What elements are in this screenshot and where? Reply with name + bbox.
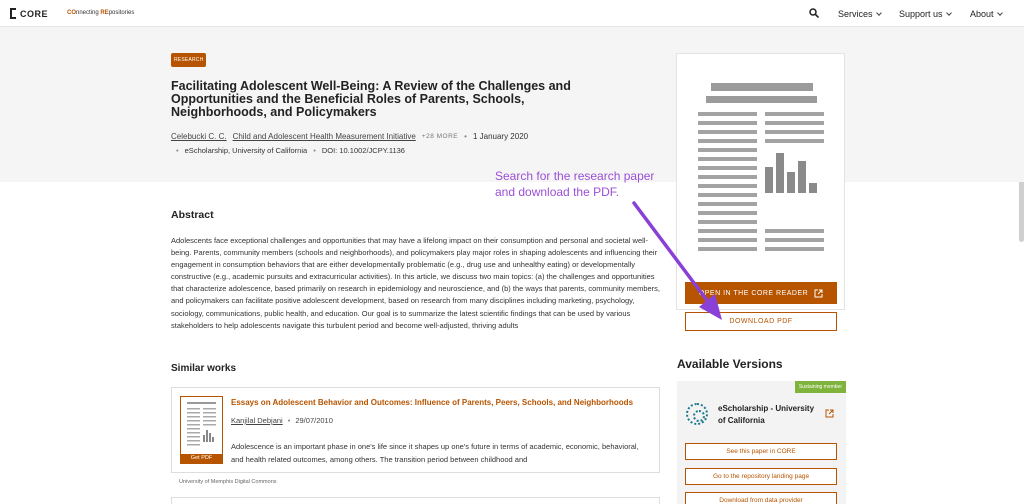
separator-dot: • bbox=[464, 132, 467, 141]
search-icon[interactable] bbox=[809, 8, 819, 18]
research-badge: RESEARCH bbox=[171, 53, 207, 67]
pdf-thumbnail[interactable]: Get PDF bbox=[180, 396, 223, 464]
nav-support-label: Support us bbox=[899, 9, 943, 19]
top-navbar: CORE COnnecting REpositories Services Su… bbox=[0, 0, 1024, 27]
repository-landing-button[interactable]: Go to the repository landing page bbox=[685, 468, 837, 485]
similar-work-meta: Kanjilal Debjani • 29/07/2010 bbox=[231, 416, 333, 425]
nav-about[interactable]: About bbox=[970, 9, 1003, 19]
tagline-part: CO bbox=[67, 10, 76, 16]
tagline-part: RE bbox=[100, 10, 109, 16]
tagline-part: positories bbox=[108, 10, 135, 16]
external-link-icon bbox=[814, 289, 823, 297]
separator-dot: • bbox=[287, 416, 291, 425]
chevron-down-icon bbox=[945, 9, 952, 16]
document-preview-icon bbox=[698, 83, 824, 251]
coauthor-link[interactable]: Child and Adolescent Health Measurement … bbox=[233, 132, 416, 141]
nav-support-us[interactable]: Support us bbox=[899, 9, 952, 19]
annotation-line: Search for the research paper bbox=[495, 169, 655, 183]
separator-dot: • bbox=[176, 146, 179, 155]
similar-work-card[interactable]: Get PDF Essays on Adolescent Behavior an… bbox=[171, 387, 660, 473]
chevron-down-icon bbox=[875, 9, 882, 16]
nav-services-label: Services bbox=[838, 9, 873, 19]
similar-work-title[interactable]: Essays on Adolescent Behavior and Outcom… bbox=[231, 398, 633, 407]
abstract-heading: Abstract bbox=[171, 209, 214, 221]
get-pdf-label[interactable]: Get PDF bbox=[181, 454, 222, 463]
download-data-provider-button[interactable]: Download from data provider bbox=[685, 492, 837, 504]
sustaining-member-badge: Sustaining member bbox=[794, 381, 846, 393]
open-core-reader-label: OPEN IN THE CORE READER bbox=[698, 289, 809, 297]
instruction-annotation: Search for the research paper and downlo… bbox=[495, 168, 654, 200]
separator-dot: • bbox=[313, 146, 316, 155]
external-link-icon[interactable] bbox=[825, 409, 834, 418]
author-link[interactable]: Celebucki C. C. bbox=[171, 132, 227, 141]
annotation-line: and download the PDF. bbox=[495, 185, 620, 199]
similar-work-card[interactable] bbox=[171, 497, 660, 504]
logo-text: CORE bbox=[20, 8, 49, 19]
open-core-reader-button[interactable]: OPEN IN THE CORE READER bbox=[685, 282, 837, 304]
publisher: eScholarship, University of California bbox=[184, 146, 308, 155]
available-versions-heading: Available Versions bbox=[677, 357, 783, 371]
chevron-down-icon bbox=[996, 9, 1003, 16]
paper-authors: Celebucki C. C. Child and Adolescent Hea… bbox=[171, 132, 528, 141]
download-pdf-button[interactable]: DOWNLOAD PDF bbox=[685, 312, 837, 331]
abstract-text: Adolescents face exceptional challenges … bbox=[171, 236, 660, 330]
nav-about-label: About bbox=[970, 9, 994, 19]
publication-date: 1 January 2020 bbox=[472, 132, 529, 141]
core-logo[interactable]: CORE bbox=[10, 8, 48, 19]
tagline: COnnecting REpositories bbox=[67, 10, 134, 16]
escholarship-logo-icon bbox=[686, 403, 708, 425]
paper-title: Facilitating Adolescent Well-Being: A Re… bbox=[171, 79, 571, 119]
similar-work-source: University of Memphis Digital Commons bbox=[179, 479, 277, 485]
version-card: Sustaining member eScholarship - Univers… bbox=[677, 381, 846, 504]
doi[interactable]: DOI: 10.1002/JCPY.1136 bbox=[322, 146, 405, 155]
similar-work-author[interactable]: Kanjilal Debjani bbox=[231, 416, 283, 425]
more-authors-button[interactable]: +28 MORE bbox=[422, 133, 458, 140]
similar-work-date: 29/07/2010 bbox=[295, 416, 333, 425]
document-preview-icon bbox=[187, 402, 216, 446]
paper-source: • eScholarship, University of California… bbox=[176, 146, 405, 155]
tagline-part: nnecting bbox=[76, 10, 101, 16]
similar-works-heading: Similar works bbox=[171, 363, 237, 374]
see-paper-in-core-button[interactable]: See this paper in CORE bbox=[685, 443, 837, 460]
pdf-preview[interactable] bbox=[676, 53, 845, 310]
repository-name: eScholarship - University of California bbox=[718, 404, 815, 425]
nav-services[interactable]: Services bbox=[838, 9, 882, 19]
core-logo-mark-icon bbox=[10, 8, 16, 19]
similar-work-description: Adolescence is an important phase in one… bbox=[231, 442, 639, 464]
